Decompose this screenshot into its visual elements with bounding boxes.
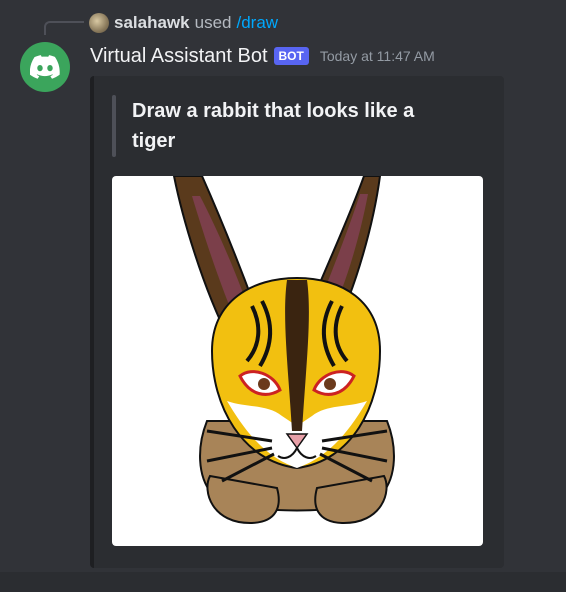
bot-avatar[interactable] [20, 42, 70, 92]
bot-username[interactable]: Virtual Assistant Bot [90, 45, 268, 68]
message-header: Virtual Assistant Bot BOT Today at 11:47… [90, 44, 435, 68]
slash-command-link[interactable]: /draw [236, 13, 278, 33]
discord-logo-icon [30, 55, 60, 79]
bottom-divider [0, 572, 566, 592]
reply-used-text: used [194, 13, 232, 32]
rabbit-tiger-drawing-icon [172, 176, 395, 525]
reply-username[interactable]: salahawk [114, 13, 190, 33]
prompt-quote-bar [112, 95, 116, 157]
reply-user-avatar[interactable] [89, 13, 109, 33]
reply-connector [44, 21, 84, 35]
reply-context[interactable]: salahawk used /draw [89, 12, 278, 34]
bot-badge: BOT [273, 47, 309, 65]
message-timestamp: Today at 11:47 AM [319, 48, 435, 64]
generated-image[interactable] [112, 176, 483, 546]
chat-message-view: salahawk used /draw Virtual Assistant Bo… [0, 0, 566, 592]
embed-prompt-text: Draw a rabbit that looks like a tiger [132, 100, 415, 152]
